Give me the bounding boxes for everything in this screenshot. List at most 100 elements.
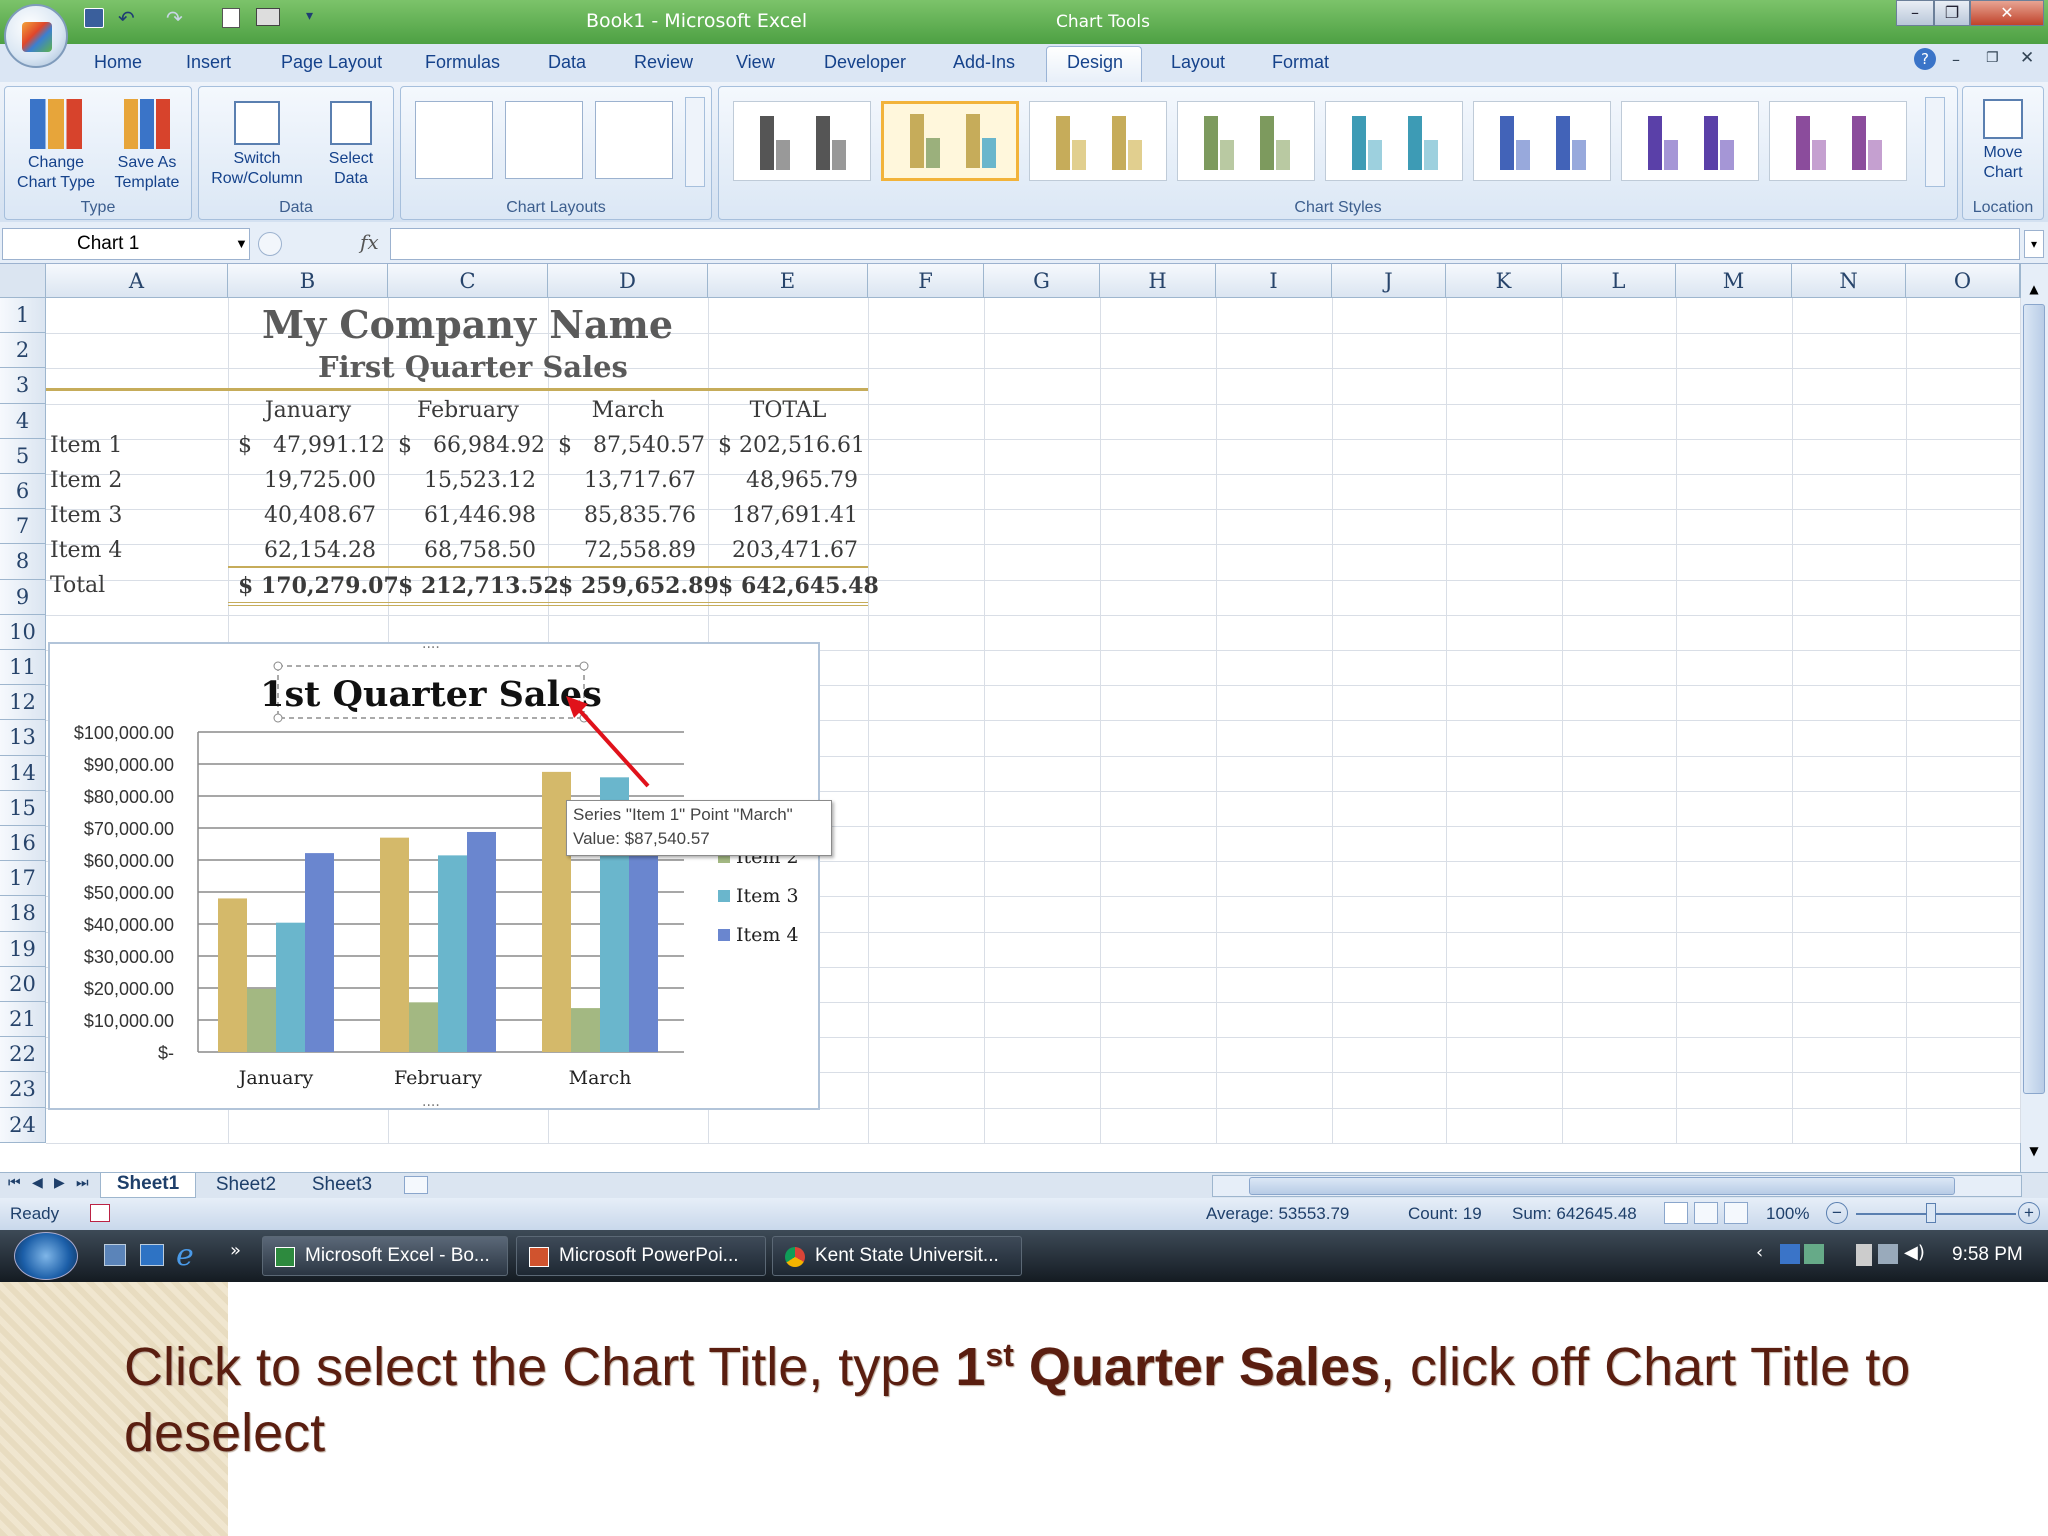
col-c[interactable]: C [388, 264, 548, 298]
clock[interactable]: 9:58 PM [1952, 1244, 2023, 1266]
item-2-name[interactable]: Item 2 [50, 468, 122, 493]
item-2-jan[interactable]: 19,725.00 [228, 468, 376, 493]
next-sheet-icon[interactable]: ▶ [54, 1175, 65, 1191]
chart-style-6[interactable] [1473, 101, 1611, 181]
bar-item-3-january[interactable] [276, 922, 305, 1052]
volume-icon[interactable]: ◀) [1904, 1242, 1925, 1263]
row-header-18[interactable]: 18 [0, 896, 46, 932]
row-header-6[interactable]: 6 [0, 474, 46, 510]
minimize-button[interactable]: – [1896, 0, 1934, 26]
row-header-7[interactable]: 7 [0, 509, 46, 545]
vertical-scroll-thumb[interactable] [2023, 304, 2045, 1094]
item-4-jan[interactable]: 62,154.28 [228, 538, 376, 563]
bar-item-4-january[interactable] [305, 853, 334, 1052]
zoom-out-icon[interactable]: − [1826, 1202, 1848, 1224]
sheet-tab-1[interactable]: Sheet1 [100, 1172, 196, 1198]
bar-item-1-january[interactable] [218, 898, 247, 1052]
chart-style-5[interactable] [1325, 101, 1463, 181]
start-button[interactable] [14, 1232, 78, 1280]
select-data-button[interactable]: Select Data [311, 91, 391, 189]
chart-style-2[interactable] [881, 101, 1019, 181]
restore-button[interactable]: ❐ [1934, 0, 1970, 26]
macro-record-icon[interactable] [90, 1204, 110, 1222]
prev-sheet-icon[interactable]: ◀ [32, 1175, 43, 1191]
row-header-15[interactable]: 15 [0, 790, 46, 826]
taskbar-excel[interactable]: Microsoft Excel - Bo... [262, 1236, 508, 1276]
tab-data[interactable]: Data [548, 52, 586, 73]
last-sheet-icon[interactable]: ⏭ [76, 1175, 89, 1191]
office-button[interactable] [4, 4, 68, 68]
tray-battery-icon[interactable] [1856, 1244, 1872, 1266]
embedded-chart[interactable]: 1st Quarter Sales $100,000.00 $90,000.00 $8… [48, 636, 820, 1110]
row-header-11[interactable]: 11 [0, 650, 46, 686]
row-header-2[interactable]: 2 [0, 333, 46, 369]
row-header-1[interactable]: 1 [0, 298, 46, 334]
chart-style-7[interactable] [1621, 101, 1759, 181]
help-icon[interactable]: ? [1914, 48, 1936, 70]
layouts-scroll[interactable] [685, 97, 705, 187]
insert-sheet-icon[interactable] [404, 1176, 428, 1194]
sheet-tab-3[interactable]: Sheet3 [296, 1174, 388, 1196]
select-all-corner[interactable] [0, 264, 46, 298]
horizontal-scroll-thumb[interactable] [1249, 1177, 1955, 1195]
name-box[interactable]: Chart 1 ▼ [2, 228, 250, 260]
col-g[interactable]: G [984, 264, 1100, 298]
customize-toolbar-icon[interactable]: ▾ [306, 8, 313, 24]
tab-format[interactable]: Format [1272, 52, 1329, 73]
col-f[interactable]: F [868, 264, 984, 298]
item-1-total[interactable]: $ 202,516.61 [718, 433, 865, 458]
row-header-17[interactable]: 17 [0, 861, 46, 897]
tab-view[interactable]: View [736, 52, 775, 73]
row-header-20[interactable]: 20 [0, 966, 46, 1002]
chevron-down-icon[interactable]: ▼ [235, 229, 248, 259]
col-e[interactable]: E [708, 264, 868, 298]
col-i[interactable]: I [1216, 264, 1332, 298]
tab-formulas[interactable]: Formulas [425, 52, 500, 73]
item-2-mar[interactable]: 13,717.67 [548, 468, 696, 493]
row-header-3[interactable]: 3 [0, 368, 46, 404]
tab-home[interactable]: Home [94, 52, 142, 73]
tray-app-icon[interactable] [1804, 1244, 1824, 1264]
total-total[interactable]: $ 642,645.48 [718, 573, 879, 599]
tab-design[interactable]: Design [1067, 52, 1123, 73]
taskbar-powerpoint[interactable]: Microsoft PowerPoi... [516, 1236, 766, 1276]
total-feb[interactable]: $ 212,713.52 [398, 573, 559, 599]
normal-view-icon[interactable] [1664, 1202, 1688, 1224]
chart-layout-1[interactable] [415, 101, 493, 179]
col-m[interactable]: M [1676, 264, 1792, 298]
row-header-4[interactable]: 4 [0, 403, 46, 439]
col-o[interactable]: O [1906, 264, 2020, 298]
item-3-feb[interactable]: 61,446.98 [388, 503, 536, 528]
chart-style-4[interactable] [1177, 101, 1315, 181]
fx-icon[interactable]: fx [360, 230, 379, 254]
bar-item-1-february[interactable] [380, 837, 409, 1052]
item-1-jan[interactable]: $ 47,991.12 [238, 433, 385, 458]
tab-review[interactable]: Review [634, 52, 693, 73]
col-h[interactable]: H [1100, 264, 1216, 298]
chart-style-8[interactable] [1769, 101, 1907, 181]
chart-layout-3[interactable] [595, 101, 673, 179]
col-l[interactable]: L [1562, 264, 1676, 298]
col-k[interactable]: K [1446, 264, 1562, 298]
col-d[interactable]: D [548, 264, 708, 298]
row-header-12[interactable]: 12 [0, 685, 46, 721]
row-header-23[interactable]: 23 [0, 1072, 46, 1108]
col-b[interactable]: B [228, 264, 388, 298]
scroll-down-icon[interactable]: ▼ [2023, 1144, 2045, 1162]
sheet-tab-2[interactable]: Sheet2 [200, 1174, 292, 1196]
close-button[interactable]: ✕ [1970, 0, 2044, 26]
zoom-slider-thumb[interactable] [1926, 1203, 1936, 1223]
undo-icon[interactable]: ↶ [118, 6, 135, 30]
move-chart-button[interactable]: Move Chart [1965, 91, 2041, 183]
col-a[interactable]: A [46, 264, 228, 298]
item-1-mar[interactable]: $ 87,540.57 [558, 433, 705, 458]
total-name[interactable]: Total [50, 573, 105, 598]
formula-bar-toggle[interactable] [258, 232, 282, 256]
row-header-9[interactable]: 9 [0, 579, 46, 615]
taskbar-browser[interactable]: Kent State Universit... [772, 1236, 1022, 1276]
formula-input[interactable] [390, 228, 2020, 260]
ribbon-restore-icon[interactable]: ❐ [1986, 50, 1999, 66]
row-header-22[interactable]: 22 [0, 1037, 46, 1073]
total-jan[interactable]: $ 170,279.07 [238, 573, 399, 599]
chart-layout-2[interactable] [505, 101, 583, 179]
